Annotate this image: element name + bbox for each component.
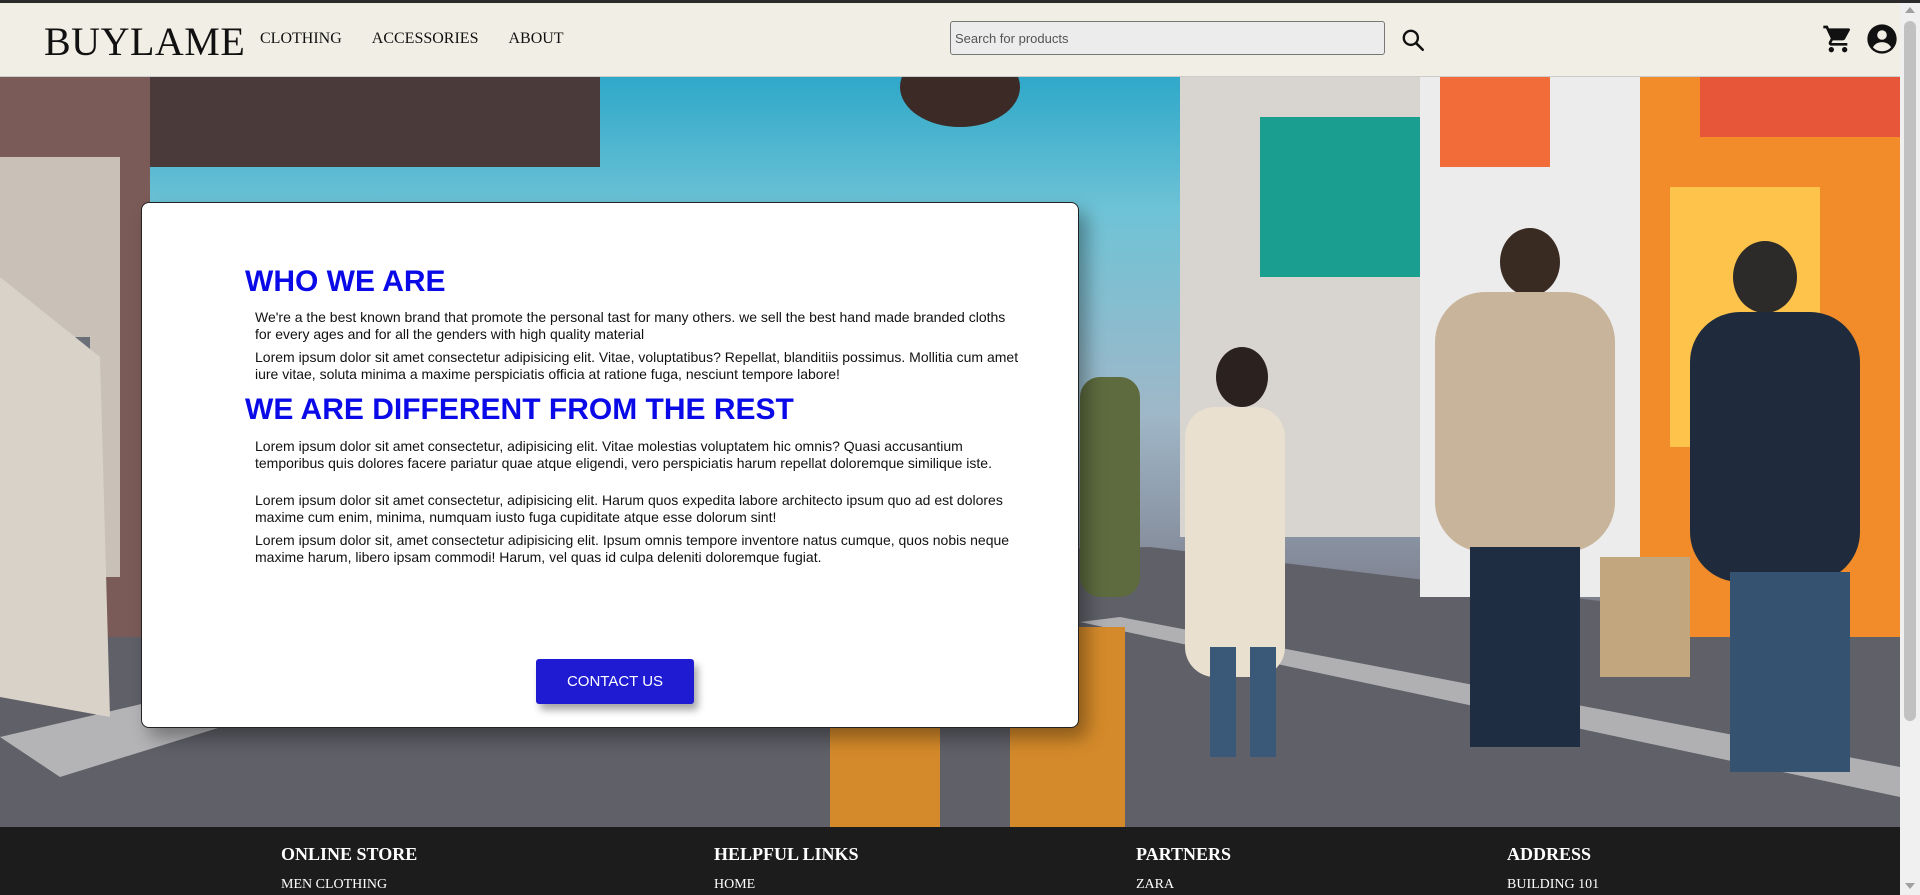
about-paragraph-5: Lorem ipsum dolor sit, amet consectetur … xyxy=(255,532,1010,565)
account-icon[interactable] xyxy=(1866,23,1898,55)
main-nav: CLOTHING ACCESSORIES ABOUT xyxy=(260,30,564,48)
about-paragraph-3: Lorem ipsum dolor sit amet consectetur, … xyxy=(255,438,992,471)
brand-logo[interactable]: BUYLAME xyxy=(44,18,245,65)
footer-column-partners: PARTNERS ZARA xyxy=(1136,844,1231,893)
footer-heading: ONLINE STORE xyxy=(281,844,418,864)
about-paragraph-1: We're a the best known brand that promot… xyxy=(255,309,1006,342)
contact-us-button[interactable]: CONTACT US xyxy=(536,659,694,704)
who-we-are-heading: WHO WE ARE xyxy=(245,265,446,298)
hero-background-photo: WHO WE ARE We're a the best known brand … xyxy=(0,77,1900,827)
scroll-down-arrow-icon[interactable] xyxy=(1905,883,1915,889)
about-paragraph-2: Lorem ipsum dolor sit amet consectetur a… xyxy=(255,349,1019,382)
footer-column-online-store: ONLINE STORE MEN CLOTHING xyxy=(281,844,417,893)
site-header: BUYLAME CLOTHING ACCESSORIES ABOUT xyxy=(0,3,1900,77)
footer-heading: PARTNERS xyxy=(1136,844,1232,864)
nav-about-link[interactable]: ABOUT xyxy=(508,30,563,48)
footer-heading: HELPFUL LINKS xyxy=(714,844,859,864)
footer-column-address: ADDRESS BUILDING 101 xyxy=(1507,844,1599,893)
scrollbar-thumb[interactable] xyxy=(1904,21,1916,721)
footer-link[interactable]: MEN CLOTHING xyxy=(281,877,417,893)
page-scrollbar[interactable] xyxy=(1900,3,1920,895)
nav-accessories-link[interactable]: ACCESSORIES xyxy=(372,30,479,48)
search-input[interactable] xyxy=(950,21,1385,55)
about-card: WHO WE ARE We're a the best known brand … xyxy=(141,202,1079,728)
footer-text: BUILDING 101 xyxy=(1507,877,1600,892)
search-icon[interactable] xyxy=(1400,27,1426,53)
scroll-up-arrow-icon[interactable] xyxy=(1905,7,1915,13)
footer-heading: ADDRESS xyxy=(1507,844,1592,864)
different-heading: WE ARE DIFFERENT FROM THE REST xyxy=(245,393,794,426)
nav-clothing-link[interactable]: CLOTHING xyxy=(260,30,342,48)
footer-link[interactable]: ZARA xyxy=(1136,877,1231,893)
about-paragraph-4: Lorem ipsum dolor sit amet consectetur, … xyxy=(255,492,1003,525)
footer-link[interactable]: HOME xyxy=(714,877,859,893)
site-footer: ONLINE STORE MEN CLOTHING HELPFUL LINKS … xyxy=(0,827,1900,895)
cart-icon[interactable] xyxy=(1822,23,1854,55)
footer-column-helpful-links: HELPFUL LINKS HOME xyxy=(714,844,859,893)
